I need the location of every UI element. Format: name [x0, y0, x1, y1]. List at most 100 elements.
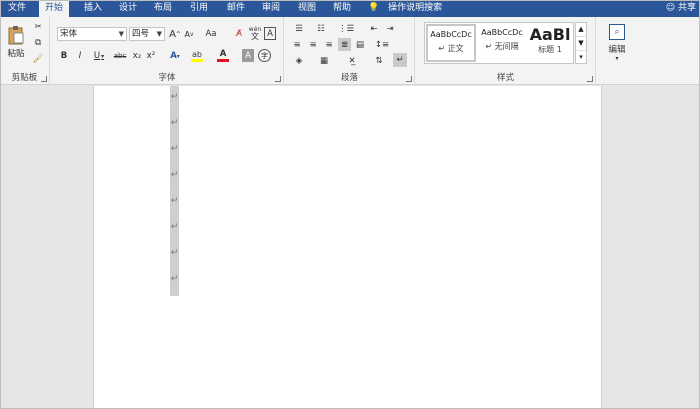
grow-font-button[interactable]: A ^ [169, 27, 181, 41]
paintbrush-icon: 🖌 [32, 54, 44, 64]
clear-formatting-button[interactable]: A̸ [233, 27, 245, 41]
text-effects-icon: A [170, 51, 177, 61]
sort-icon: ⇅ [375, 56, 383, 66]
tell-me-search[interactable]: 💡 操作说明搜索 [368, 0, 442, 17]
style-normal[interactable]: AaBbCcDc ↵ 正文 [426, 24, 476, 62]
increase-indent-icon: ⇥ [386, 24, 394, 34]
tab-insert[interactable]: 插入 [78, 0, 108, 17]
italic-button[interactable]: I [75, 49, 85, 63]
style-no-spacing[interactable]: AaBbCcDc ↵ 无间隔 [477, 24, 527, 62]
tab-design[interactable]: 设计 [113, 0, 143, 17]
chevron-down-icon: ▾ [101, 52, 105, 60]
tab-review[interactable]: 审阅 [256, 0, 286, 17]
clipboard-launcher-icon[interactable] [41, 76, 47, 82]
format-painter-button[interactable]: 🖌 [32, 53, 44, 65]
strikethrough-icon: abc [113, 52, 127, 60]
font-group: 宋体 ▼ 四号 ▼ A ^ Av Aa A̸ wén 文 A B I U ▾ abc x₂… [51, 17, 284, 85]
paint-bucket-icon: ◈ [295, 56, 303, 66]
align-left-button[interactable]: ≡ [291, 39, 303, 51]
distributed-button[interactable]: ▤ [354, 39, 366, 51]
distributed-icon: ▤ [355, 40, 365, 50]
cut-button[interactable]: ✂ [32, 21, 44, 33]
gallery-down-button[interactable]: ▼ [576, 37, 586, 51]
highlight-button[interactable]: ab [187, 49, 207, 63]
font-size-dropdown[interactable]: 四号 ▼ [129, 27, 165, 41]
increase-indent-button[interactable]: ⇥ [383, 23, 397, 35]
copy-button[interactable]: ⧉ [32, 37, 44, 49]
styles-launcher-icon[interactable] [587, 76, 593, 82]
enclose-characters-button[interactable]: 字 [258, 49, 271, 62]
show-marks-button[interactable]: ↵ [393, 53, 407, 67]
phonetic-char-icon: 文 [251, 32, 259, 41]
style-heading-1[interactable]: AaBl 标题 1 [527, 24, 573, 62]
bold-button[interactable]: B [59, 49, 69, 63]
change-case-button[interactable]: Aa [201, 27, 221, 41]
multilevel-list-button[interactable]: ⋮☰ [337, 23, 355, 35]
shrink-font-button[interactable]: Av [183, 27, 195, 41]
font-launcher-icon[interactable] [275, 76, 281, 82]
lightbulb-icon: 💡 [368, 3, 380, 13]
superscript-button[interactable]: x² [145, 49, 157, 63]
decrease-indent-button[interactable]: ⇤ [367, 23, 381, 35]
more-icon: ▾ [579, 53, 583, 61]
tab-help[interactable]: 帮助 [327, 0, 357, 17]
line-spacing-icon: ↕≡ [374, 40, 390, 50]
sort-button[interactable]: ⇅ [373, 55, 385, 67]
eraser-icon: A̸ [236, 29, 242, 39]
editing-label: 编辑 [608, 45, 626, 55]
chevron-down-icon: ▾ [176, 52, 180, 60]
justify-icon: ≣ [340, 39, 349, 50]
paragraph-mark: ↵ [170, 274, 179, 284]
chinese-layout-button[interactable]: ✕̲ [343, 55, 361, 67]
font-name-value: 宋体 [60, 29, 78, 39]
paragraph-mark: ↵ [170, 144, 179, 154]
text-effects-button[interactable]: A ▾ [167, 49, 183, 63]
editing-button[interactable]: ⌕ 编辑 ▾ [603, 21, 631, 65]
tab-layout[interactable]: 布局 [148, 0, 178, 17]
subscript-button[interactable]: x₂ [131, 49, 143, 63]
align-right-button[interactable]: ≡ [323, 39, 335, 51]
font-name-dropdown[interactable]: 宋体 ▼ [57, 27, 127, 41]
numbering-button[interactable]: ☷ [313, 23, 329, 35]
share-button[interactable]: ☺ 共享 [666, 0, 696, 17]
tab-references[interactable]: 引用 [184, 0, 214, 17]
underline-button[interactable]: U ▾ [91, 49, 107, 63]
align-center-icon: ≡ [309, 40, 317, 50]
phonetic-guide-button[interactable]: wén 文 [248, 25, 262, 41]
align-center-button[interactable]: ≡ [307, 39, 319, 51]
bullets-button[interactable]: ☰ [291, 23, 307, 35]
shading-button[interactable]: ◈ [291, 55, 307, 67]
ribbon: 粘贴 ✂ ⧉ 🖌 剪贴板 宋体 ▼ 四号 ▼ A ^ Av Aa A̸ wén 文 A … [0, 17, 700, 85]
style-name: 标题 1 [538, 45, 562, 54]
gallery-up-button[interactable]: ▲ [576, 23, 586, 37]
copy-icon: ⧉ [34, 38, 42, 48]
borders-button[interactable]: ▦ [315, 55, 333, 67]
numbered-list-icon: ☷ [317, 24, 325, 34]
paste-button[interactable]: 粘贴 [4, 23, 28, 61]
font-color-button[interactable]: A [213, 49, 233, 63]
align-left-icon: ≡ [293, 40, 301, 50]
paragraph-launcher-icon[interactable] [406, 76, 412, 82]
strikethrough-button[interactable]: abc [113, 49, 127, 63]
tab-file[interactable]: 文件 [2, 0, 32, 17]
tab-home[interactable]: 开始 [39, 0, 70, 17]
style-sample: AaBbCcDc [481, 28, 523, 37]
justify-button[interactable]: ≣ [338, 38, 351, 51]
line-spacing-button[interactable]: ↕≡ [373, 39, 391, 51]
font-color-icon: A [219, 49, 227, 59]
paragraph-mark: ↵ [170, 92, 179, 102]
tab-view[interactable]: 视图 [292, 0, 322, 17]
paragraph-mark: ↵ [170, 222, 179, 232]
character-shading-button[interactable]: A [242, 49, 254, 62]
character-border-button[interactable]: A [264, 27, 276, 40]
ribbon-tab-bar: 文件 开始 插入 设计 布局 引用 邮件 审阅 视图 帮助 💡 操作说明搜索 ☺… [0, 0, 700, 17]
person-icon: ☺ [665, 3, 676, 13]
style-name: ↵ 无间隔 [485, 42, 519, 51]
chevron-down-icon: ▼ [578, 39, 584, 47]
gallery-more-button[interactable]: ▾ [576, 51, 586, 65]
font-group-label: 字体 [158, 73, 176, 83]
grow-font-icon: A [169, 28, 176, 40]
document-page[interactable]: ↵ ↵ ↵ ↵ ↵ ↵ ↵ ↵ [93, 86, 602, 409]
clipboard-paste-icon [8, 26, 24, 45]
tab-mailings[interactable]: 邮件 [221, 0, 251, 17]
